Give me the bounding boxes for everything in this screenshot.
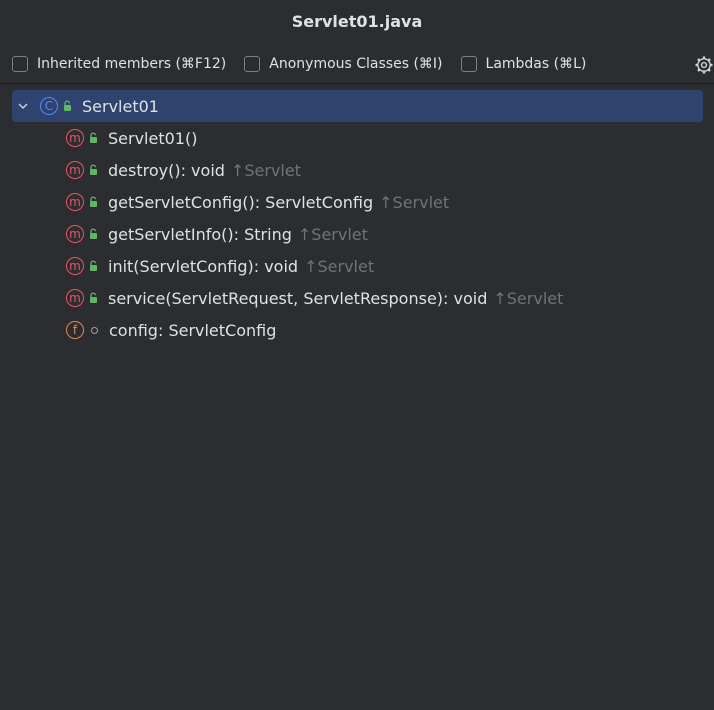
structure-popup: Servlet01.java Inherited members (⌘F12) … bbox=[0, 0, 714, 710]
member-signature: Servlet01() bbox=[108, 128, 198, 148]
option-anonymous-classes[interactable]: Anonymous Classes (⌘I) bbox=[244, 55, 443, 72]
anonymous-classes-checkbox[interactable] bbox=[244, 55, 261, 72]
method-icon: m bbox=[66, 289, 84, 307]
inherited-from-label: ↑Servlet bbox=[493, 288, 564, 308]
class-name: Servlet01 bbox=[82, 96, 159, 116]
tree-node-class-servlet01[interactable]: C Servlet01 bbox=[12, 90, 703, 122]
public-lock-icon bbox=[90, 292, 97, 303]
tree-node-member[interactable]: m Servlet01() bbox=[0, 122, 714, 154]
gear-icon[interactable] bbox=[694, 55, 714, 75]
inherited-members-label: Inherited members (⌘F12) bbox=[37, 55, 227, 72]
public-lock-icon bbox=[90, 196, 97, 207]
package-private-icon bbox=[91, 326, 98, 334]
inherited-from-label: ↑Servlet bbox=[230, 160, 301, 180]
inherited-members-checkbox[interactable] bbox=[12, 55, 28, 72]
tree-node-member[interactable]: m init(ServletConfig): void ↑Servlet bbox=[0, 250, 714, 282]
public-lock-icon bbox=[90, 260, 97, 271]
tree-node-member[interactable]: m service(ServletRequest, ServletRespons… bbox=[0, 282, 714, 314]
public-lock-icon bbox=[64, 100, 71, 111]
public-lock-icon bbox=[90, 228, 97, 239]
public-lock-icon bbox=[90, 164, 97, 175]
structure-tree: C Servlet01 m Servlet01() m destroy(): v… bbox=[0, 84, 714, 346]
popup-title: Servlet01.java bbox=[291, 12, 423, 31]
member-signature: destroy(): void bbox=[108, 160, 225, 180]
member-signature: config: ServletConfig bbox=[109, 320, 277, 340]
option-inherited-members[interactable]: Inherited members (⌘F12) bbox=[12, 55, 227, 72]
lambdas-checkbox[interactable] bbox=[460, 55, 477, 72]
class-icon: C bbox=[40, 97, 58, 115]
method-icon: m bbox=[66, 129, 84, 147]
anonymous-classes-label: Anonymous Classes (⌘I) bbox=[269, 55, 443, 72]
tree-node-member[interactable]: m getServletConfig(): ServletConfig ↑Ser… bbox=[0, 186, 714, 218]
chevron-down-icon[interactable] bbox=[16, 99, 30, 113]
tree-node-member[interactable]: m destroy(): void ↑Servlet bbox=[0, 154, 714, 186]
method-icon: m bbox=[66, 225, 84, 243]
tree-node-member[interactable]: f config: ServletConfig bbox=[0, 314, 714, 346]
member-signature: service(ServletRequest, ServletResponse)… bbox=[108, 288, 488, 308]
method-icon: m bbox=[66, 161, 84, 179]
inherited-from-label: ↑Servlet bbox=[304, 256, 375, 276]
public-lock-icon bbox=[90, 132, 97, 143]
member-signature: getServletConfig(): ServletConfig bbox=[108, 192, 374, 212]
tree-node-member[interactable]: m getServletInfo(): String ↑Servlet bbox=[0, 218, 714, 250]
member-signature: init(ServletConfig): void bbox=[108, 256, 299, 276]
option-lambdas[interactable]: Lambdas (⌘L) bbox=[460, 55, 587, 72]
lambdas-label: Lambdas (⌘L) bbox=[485, 55, 587, 72]
inherited-from-label: ↑Servlet bbox=[297, 224, 368, 244]
method-icon: m bbox=[66, 193, 84, 211]
inherited-from-label: ↑Servlet bbox=[379, 192, 450, 212]
method-icon: m bbox=[66, 257, 84, 275]
field-icon: f bbox=[66, 321, 84, 339]
filter-options-bar: Inherited members (⌘F12) Anonymous Class… bbox=[0, 44, 714, 84]
member-signature: getServletInfo(): String bbox=[108, 224, 292, 244]
